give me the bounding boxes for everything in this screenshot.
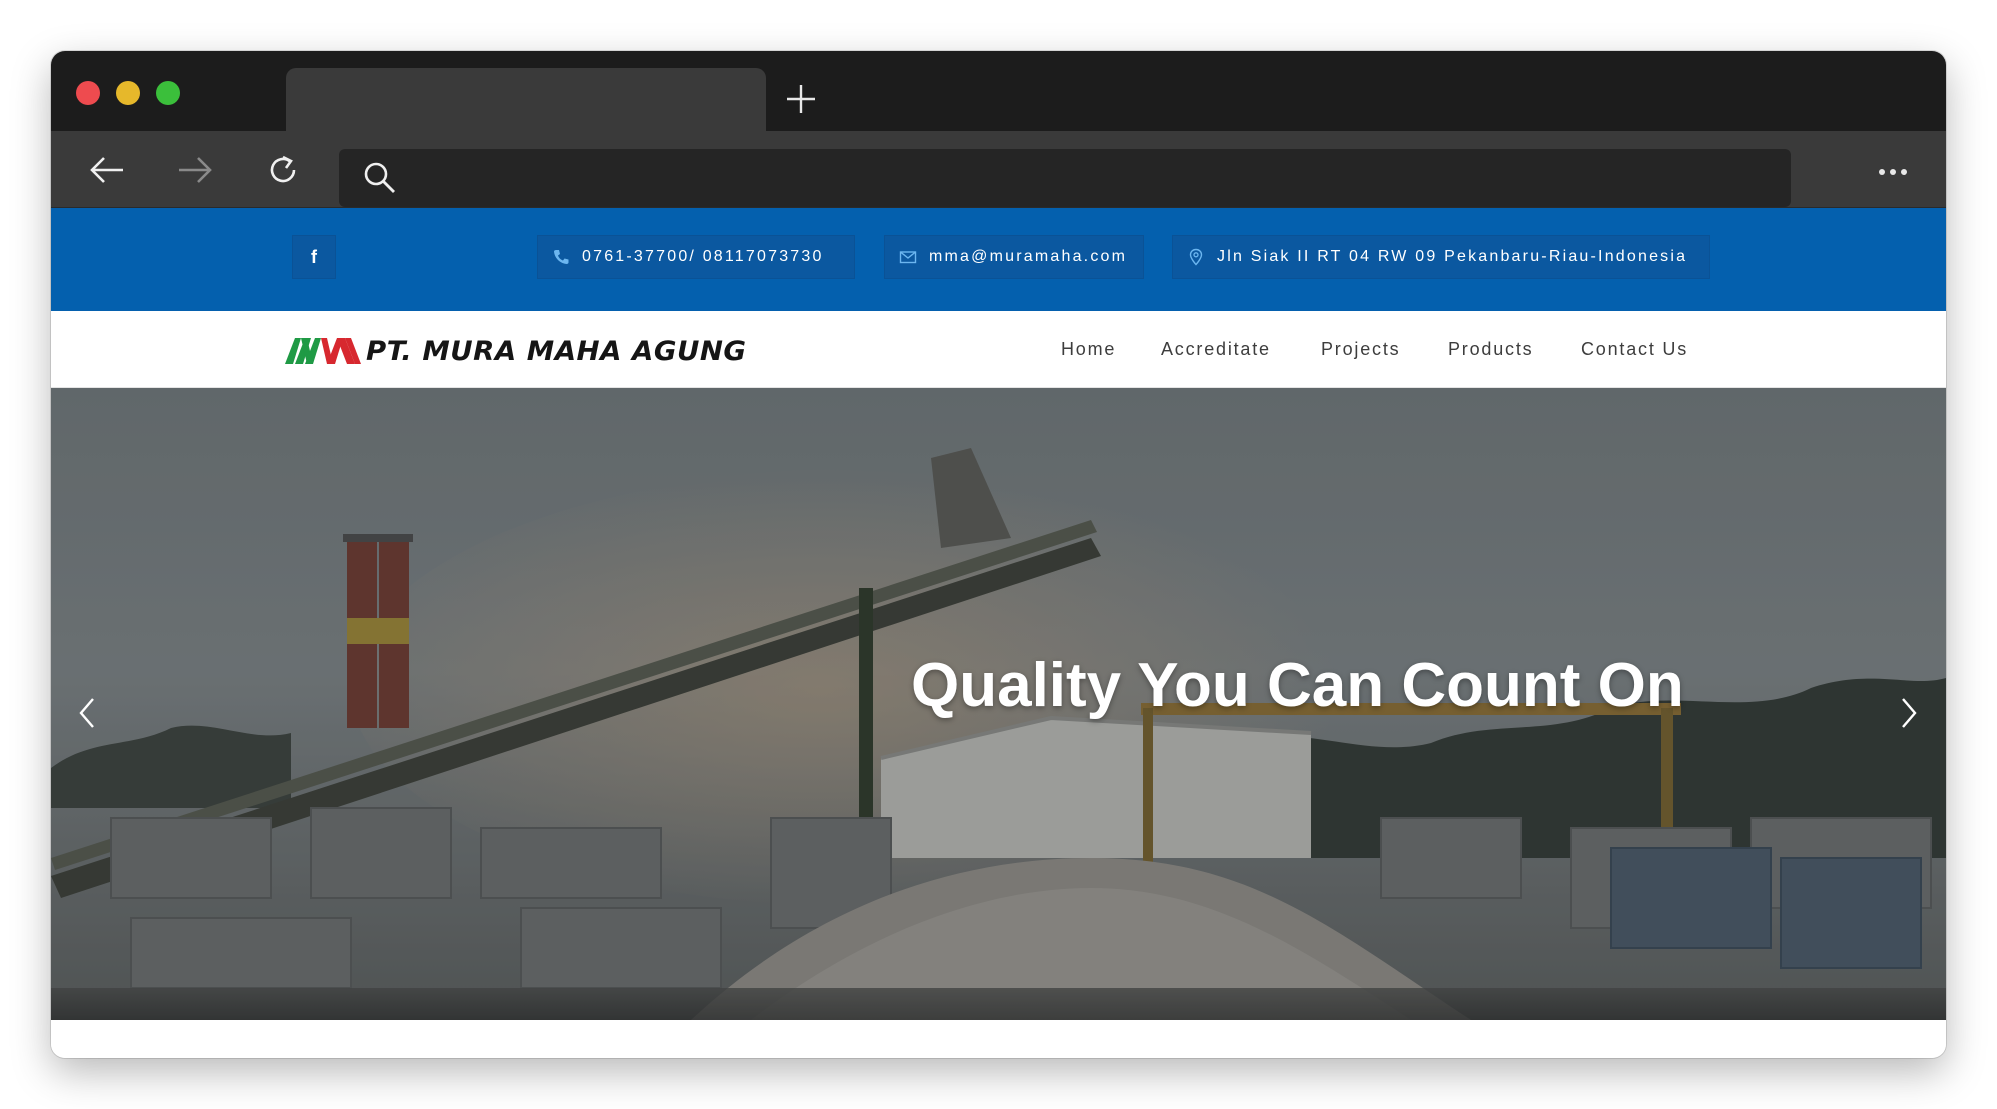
plus-icon [787, 85, 815, 113]
web-page: f 0761-37700/ 08117073730 mma@muramaha.c… [51, 208, 1946, 1058]
phone-info: 0761-37700/ 08117073730 [537, 235, 855, 279]
nav-accreditate[interactable]: Accreditate [1161, 339, 1271, 360]
arrow-right-icon [179, 157, 212, 183]
slider-prev-button[interactable] [69, 688, 105, 738]
facebook-link[interactable]: f [292, 235, 336, 279]
browser-toolbar [51, 131, 1946, 208]
chevron-left-icon [79, 698, 94, 728]
contact-topbar: f 0761-37700/ 08117073730 mma@muramaha.c… [51, 208, 1946, 311]
logo-text: PT. MURA MAHA AGUNG [366, 335, 747, 367]
new-tab-button[interactable] [781, 79, 821, 119]
logo-mark-icon [285, 338, 361, 364]
nav-projects[interactable]: Projects [1321, 339, 1400, 360]
phone-icon [554, 250, 569, 264]
reload-icon [270, 155, 296, 183]
reload-button[interactable] [261, 148, 305, 192]
browser-window: f 0761-37700/ 08117073730 mma@muramaha.c… [51, 51, 1946, 1058]
company-logo[interactable]: PT. MURA MAHA AGUNG [285, 331, 746, 371]
hero-title: Quality You Can Count On [911, 651, 1684, 720]
mail-icon [899, 251, 917, 264]
slider-next-button[interactable] [1891, 688, 1927, 738]
map-pin-icon [1189, 248, 1203, 266]
page-below-hero [51, 1020, 1946, 1058]
phone-number: 0761-37700/ 08117073730 [582, 248, 824, 265]
email-address: mma@muramaha.com [929, 248, 1128, 265]
close-window-button[interactable] [76, 81, 100, 105]
hero-slider: Quality You Can Count On [51, 388, 1946, 1020]
site-header: PT. MURA MAHA AGUNG Home Accreditate Pro… [51, 311, 1946, 388]
nav-products[interactable]: Products [1448, 339, 1533, 360]
tab-bar [51, 51, 1946, 131]
maximize-window-button[interactable] [156, 81, 180, 105]
nav-home[interactable]: Home [1061, 339, 1116, 360]
minimize-window-button[interactable] [116, 81, 140, 105]
email-link[interactable]: mma@muramaha.com [884, 235, 1144, 279]
address-info: Jln Siak II RT 04 RW 09 Pekanbaru-Riau-I… [1172, 235, 1710, 279]
facebook-icon: f [311, 246, 317, 267]
more-horizontal-icon[interactable] [1873, 157, 1913, 187]
browser-tab[interactable] [286, 68, 766, 131]
back-button[interactable] [85, 148, 129, 192]
arrow-left-icon [90, 157, 123, 183]
search-icon [364, 162, 395, 193]
chevron-right-icon [1902, 698, 1917, 728]
street-address: Jln Siak II RT 04 RW 09 Pekanbaru-Riau-I… [1217, 248, 1688, 265]
forward-button[interactable] [173, 148, 217, 192]
address-bar[interactable] [339, 149, 1791, 207]
nav-contact-us[interactable]: Contact Us [1581, 339, 1688, 360]
